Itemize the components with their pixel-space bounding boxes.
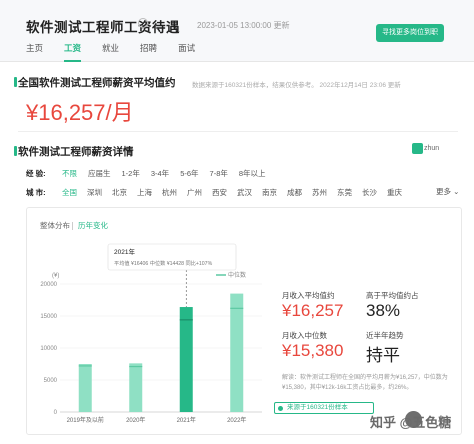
tab-interview[interactable]: 面试 <box>178 42 195 62</box>
experience-option[interactable]: 8年以上 <box>239 168 266 179</box>
salary-trend-chart: (¥) 中位数 0 5000 10000 15000 20000 2019年及以前 2020年 2… <box>40 243 262 424</box>
tab-employment[interactable]: 就业 <box>102 42 119 62</box>
avg-value: ¥16,257 <box>282 301 344 320</box>
city-option[interactable]: 深圳 <box>87 187 102 198</box>
experience-option[interactable]: 1-2年 <box>122 168 140 179</box>
higher-label: 高于平均值约占 <box>366 291 419 300</box>
more-cities-button[interactable]: 更多 ⌄ <box>436 186 459 197</box>
avg-section-title: 全国软件测试工程师薪资平均值约 <box>18 77 176 89</box>
median-value: ¥15,380 <box>282 341 344 360</box>
experience-filter: 经 验: 不限 应届生 1-2年 3-4年 5-6年 7-8年 8年以上 <box>26 167 277 179</box>
subtab-divider <box>72 222 73 230</box>
watermark: 知乎 @五色糖 <box>370 415 452 430</box>
avg-section-note: 数据来源于160321份样本，结果仅供参考。 2022年12月14日 23:06… <box>192 82 401 89</box>
user-badge-icon <box>412 143 423 154</box>
city-option[interactable]: 全国 <box>62 187 77 198</box>
tab-salary[interactable]: 工资 <box>64 42 82 62</box>
experience-option[interactable]: 7-8年 <box>210 168 228 179</box>
avg-label: 月收入平均值约 <box>282 291 335 300</box>
city-option[interactable]: 苏州 <box>312 187 327 198</box>
section-marker <box>14 77 17 87</box>
bar <box>129 363 143 412</box>
x-tick-label: 2019年及以前 <box>67 416 104 424</box>
find-jobs-button[interactable]: 寻找更多岗位到职 <box>376 24 444 42</box>
user-badge: zhun <box>424 145 440 152</box>
y-tick-label: 15000 <box>40 314 57 320</box>
y-tick-label: 20000 <box>40 282 57 288</box>
x-tick-label: 2021年 <box>177 416 196 424</box>
trend-label: 近半年趋势 <box>366 331 404 340</box>
tab-distribution[interactable]: 整体分布 <box>40 220 70 231</box>
tooltip-line: 平均值 ¥16406 中位数 ¥14428 同比+107% <box>114 259 213 267</box>
bar <box>179 307 193 412</box>
info-icon[interactable] <box>138 18 148 28</box>
tab-home[interactable]: 主页 <box>26 42 43 62</box>
city-option[interactable]: 武汉 <box>237 187 252 198</box>
y-tick-label: 5000 <box>44 378 58 384</box>
tab-recruitment[interactable]: 招聘 <box>140 42 157 62</box>
city-filter: 城 市: 全国 深圳 北京 上海 杭州 广州 西安 武汉 南京 成都 苏州 东莞… <box>26 186 402 198</box>
experience-option[interactable]: 3-4年 <box>151 168 169 179</box>
city-option[interactable]: 南京 <box>262 187 277 198</box>
city-label: 城 市: <box>26 187 46 197</box>
detail-section-title: 软件测试工程师薪资详情 <box>18 146 134 158</box>
interpretation-note: 解读：软件测试工程师在全国的平均月薪为¥16,257，中位数为¥15,380，其… <box>282 375 448 391</box>
city-option[interactable]: 北京 <box>112 187 127 198</box>
section-marker <box>14 146 17 156</box>
tab-bar: 主页 工资 就业 招聘 面试 <box>26 42 216 62</box>
trend-value: 持平 <box>366 346 400 365</box>
page-header: 软件测试工程师工资待遇 2023-01-05 13:00:00 更新 寻找更多岗… <box>0 0 474 62</box>
experience-option[interactable]: 5-6年 <box>180 168 198 179</box>
tab-trend[interactable]: 历年变化 <box>78 220 108 231</box>
city-option[interactable]: 上海 <box>137 187 152 198</box>
experience-option[interactable]: 不限 <box>62 168 77 179</box>
city-option[interactable]: 重庆 <box>387 187 402 198</box>
experience-label: 经 验: <box>26 168 46 178</box>
source-tag: 来源于160321份样本 <box>274 402 374 414</box>
city-option[interactable]: 东莞 <box>337 187 352 198</box>
city-option[interactable]: 广州 <box>187 187 202 198</box>
y-tick-label: 0 <box>54 410 58 416</box>
city-option[interactable]: 长沙 <box>362 187 377 198</box>
more-label: 更多 <box>436 187 451 196</box>
higher-value: 38% <box>366 301 401 320</box>
x-tick-label: 2022年 <box>227 416 246 424</box>
bar <box>230 293 244 412</box>
city-option[interactable]: 杭州 <box>162 187 177 198</box>
update-time: 2023-01-05 13:00:00 更新 <box>197 21 290 30</box>
page-title: 软件测试工程师工资待遇 <box>26 20 180 35</box>
avg-salary-value: ¥16,257/月 <box>26 100 134 125</box>
experience-option[interactable]: 应届生 <box>88 168 111 179</box>
divider <box>18 131 458 132</box>
legend-label: 中位数 <box>228 271 246 279</box>
y-tick-label: 10000 <box>40 346 57 352</box>
bar <box>78 364 92 412</box>
city-option[interactable]: 成都 <box>287 187 302 198</box>
x-tick-label: 2020年 <box>126 416 145 424</box>
tooltip-title: 2021年 <box>114 247 135 256</box>
median-label: 月收入中位数 <box>282 331 327 340</box>
y-unit-label: (¥) <box>52 273 59 279</box>
city-option[interactable]: 西安 <box>212 187 227 198</box>
source-dot-icon <box>278 406 283 411</box>
chevron-down-icon: ⌄ <box>453 187 460 196</box>
